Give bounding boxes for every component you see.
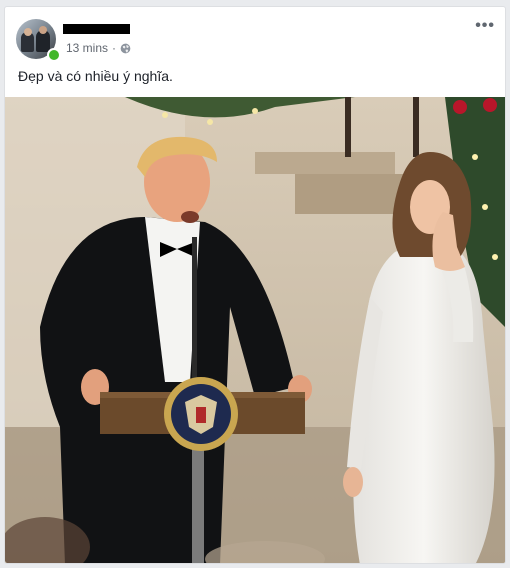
post-meta: 13 mins · — [66, 41, 131, 55]
photo-illustration — [5, 97, 505, 563]
post-card: ██████████ 13 mins · ••• Đẹp và có nhiều… — [4, 6, 506, 564]
post-timestamp[interactable]: 13 mins — [66, 41, 108, 55]
globe-icon[interactable] — [120, 43, 131, 54]
avatar-face — [39, 26, 47, 34]
author-name-redacted[interactable]: ██████████ — [63, 24, 130, 34]
meta-separator: · — [112, 41, 117, 55]
online-status-indicator — [47, 48, 61, 62]
post-photo[interactable] — [5, 97, 505, 563]
avatar-face — [24, 28, 32, 36]
post-text: Đẹp và có nhiều ý nghĩa. — [18, 68, 173, 84]
more-options-button[interactable]: ••• — [475, 17, 495, 35]
